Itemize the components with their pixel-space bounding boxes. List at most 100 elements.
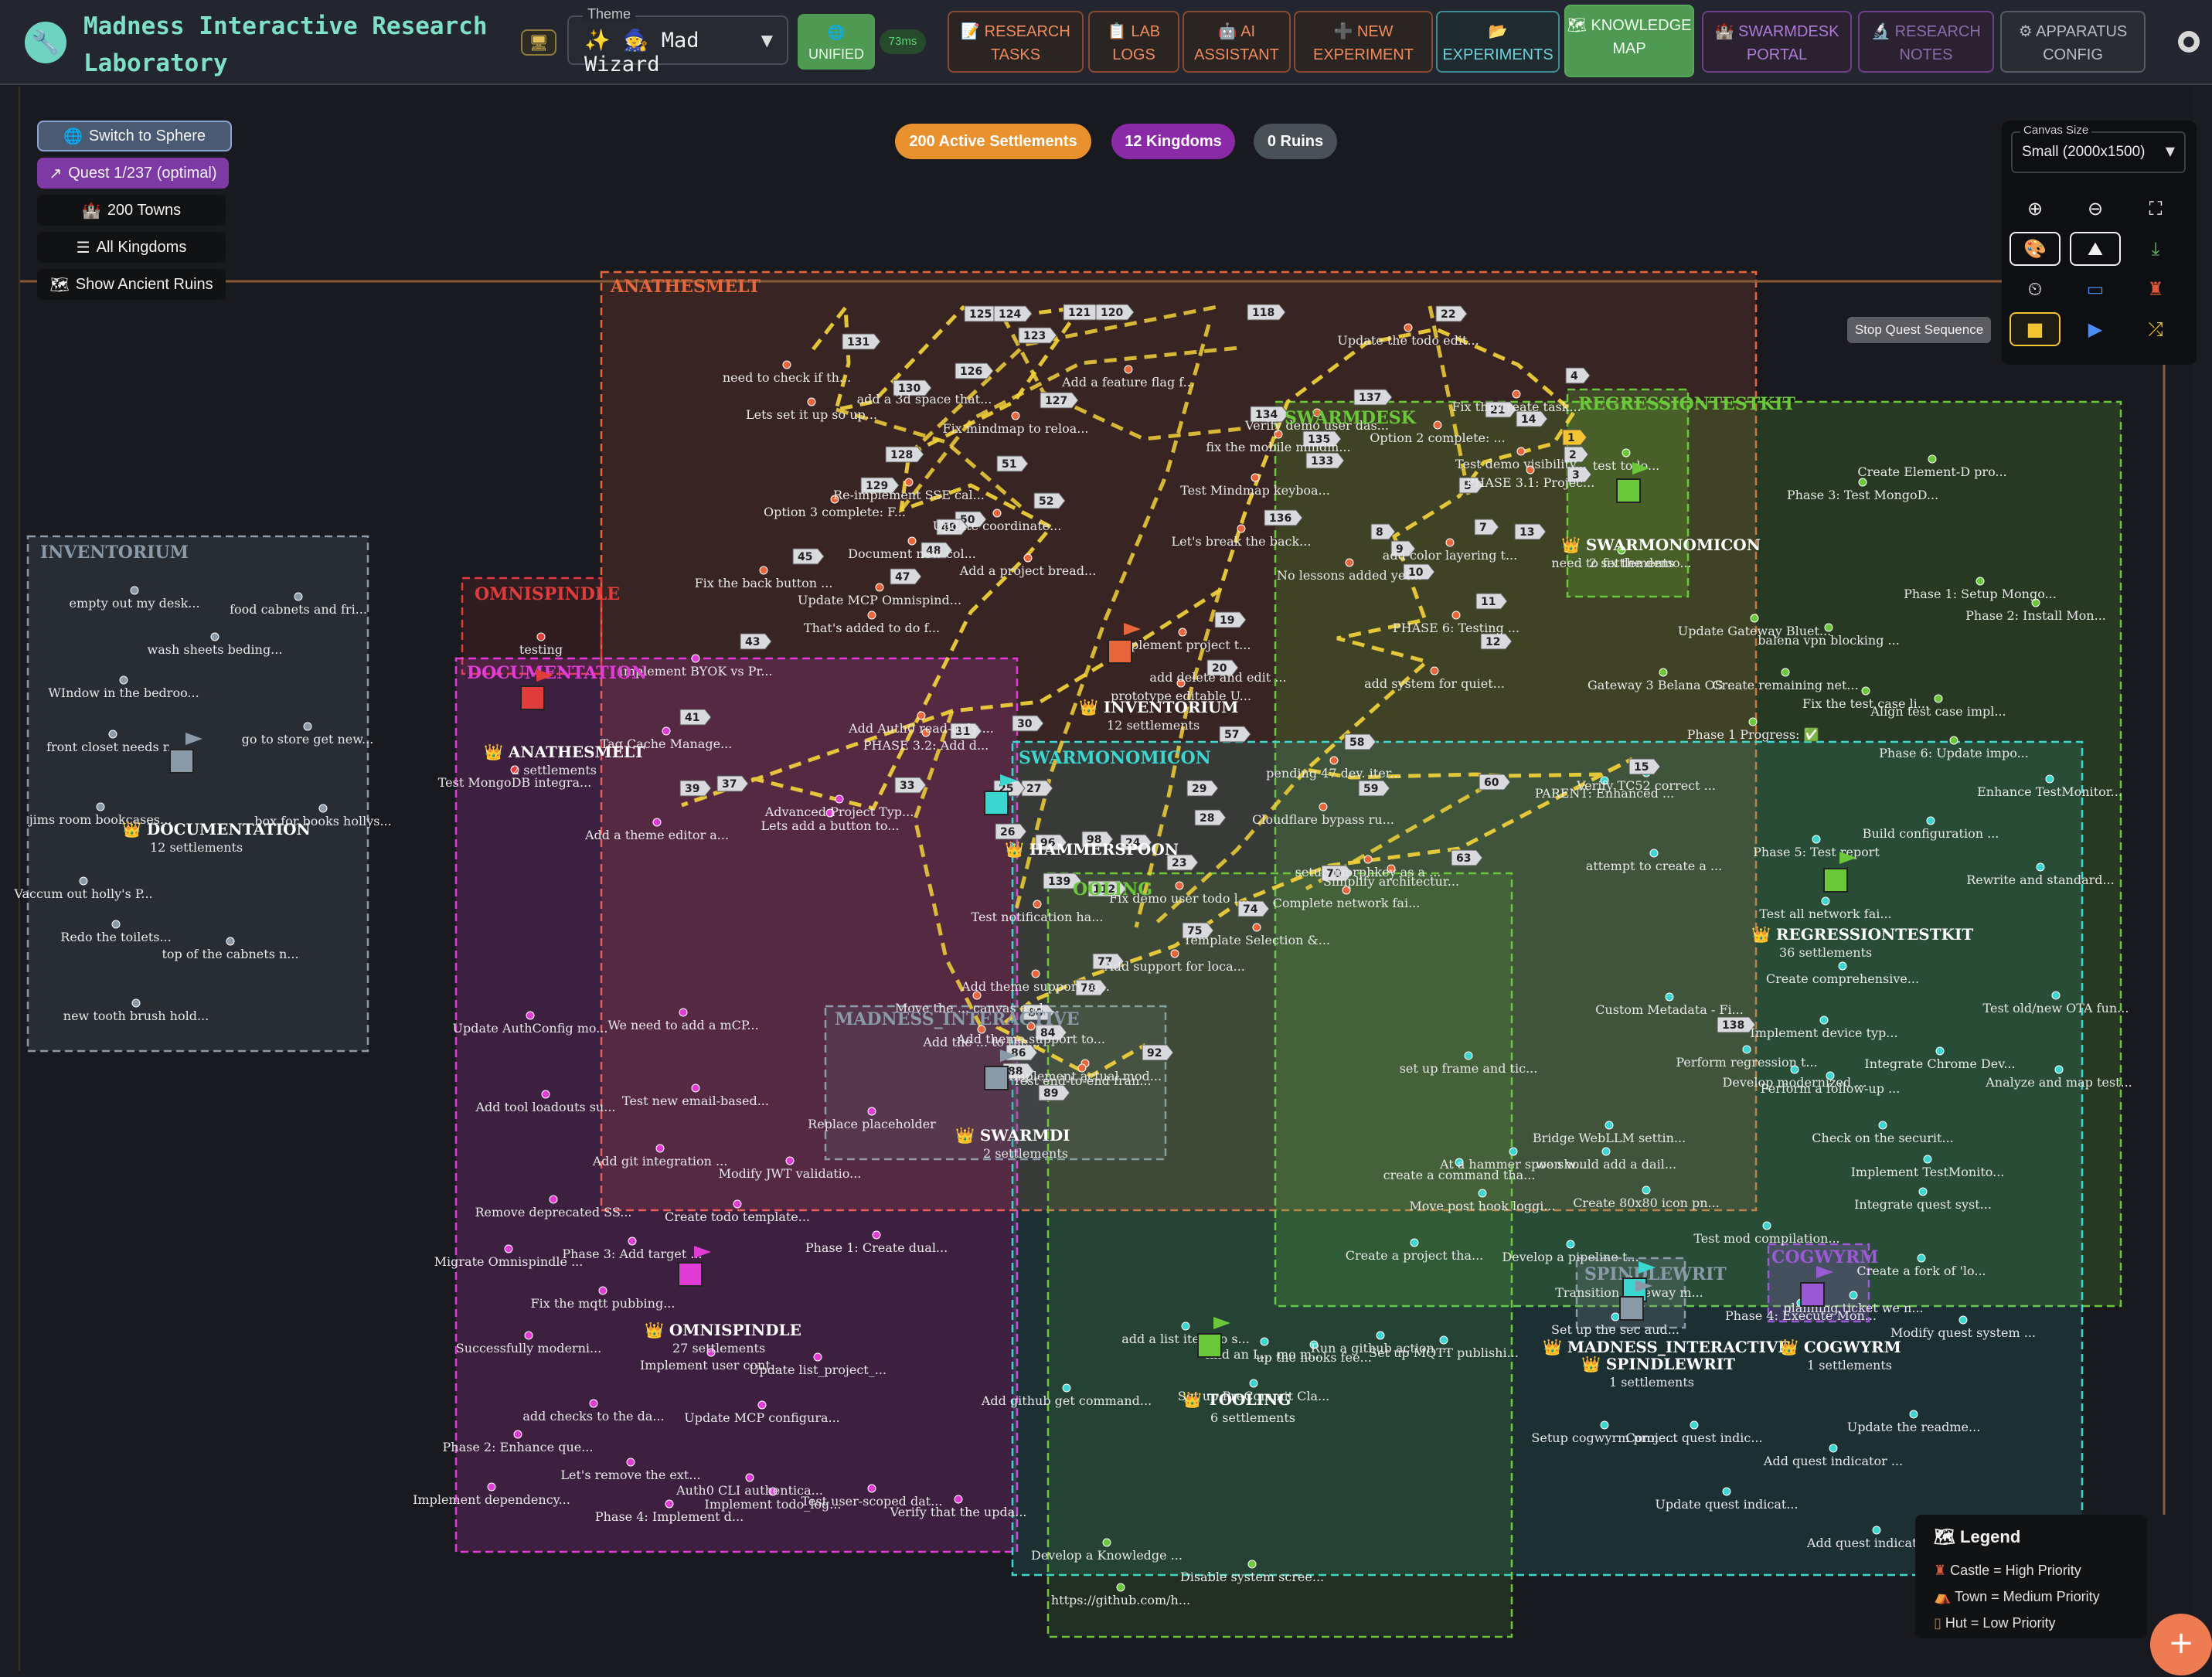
folder-icon[interactable]: ▭ xyxy=(2070,272,2121,306)
settlement-dot[interactable] xyxy=(504,1244,513,1253)
settlement-dot[interactable] xyxy=(1909,1410,1918,1419)
settlement-dot[interactable] xyxy=(1376,1331,1385,1340)
show-ruins-button[interactable]: 🗺 Show Ancient Ruins xyxy=(37,269,226,300)
settlement-dot[interactable] xyxy=(691,654,700,663)
settlement-dot[interactable] xyxy=(2045,774,2054,784)
settlement-dot[interactable] xyxy=(1116,1583,1125,1592)
settlement-dot[interactable] xyxy=(1819,1015,1829,1025)
settlement-dot[interactable] xyxy=(1252,923,1261,932)
settlement-dot[interactable] xyxy=(2054,1065,2064,1074)
settlement-dot[interactable] xyxy=(1722,1487,1731,1496)
add-button[interactable]: + xyxy=(2150,1614,2212,1675)
settlement-dot[interactable] xyxy=(662,726,671,736)
settlement-dot[interactable] xyxy=(655,1144,665,1153)
settlement-dot[interactable] xyxy=(1949,736,1958,745)
settlement-dot[interactable] xyxy=(1260,1337,1269,1346)
castle-icon[interactable] xyxy=(1823,868,1848,893)
settlement-dot[interactable] xyxy=(2051,991,2061,1000)
settlement-dot[interactable] xyxy=(1478,1189,1487,1198)
settlement-dot[interactable] xyxy=(733,1199,742,1209)
settlement-dot[interactable] xyxy=(1812,835,1821,844)
settlement-dot[interactable] xyxy=(549,1195,558,1204)
settlement-dot[interactable] xyxy=(1923,1155,1932,1164)
settlement-dot[interactable] xyxy=(1512,389,1521,399)
settlement-dot[interactable] xyxy=(835,794,844,804)
play-icon[interactable]: ▶ xyxy=(2070,312,2121,346)
settlement-dot[interactable] xyxy=(813,1352,822,1362)
settlement-dot[interactable] xyxy=(954,1495,963,1504)
settlement-dot[interactable] xyxy=(904,478,914,487)
settlement-dot[interactable] xyxy=(1178,628,1187,637)
settlement-dot[interactable] xyxy=(807,397,816,406)
settlement-dot[interactable] xyxy=(1649,849,1659,858)
settlement-dot[interactable] xyxy=(487,1482,496,1492)
settlement-dot[interactable] xyxy=(917,711,926,720)
castle-icon[interactable] xyxy=(1616,478,1641,503)
settlement-dot[interactable] xyxy=(1958,1315,1968,1325)
castle-icon[interactable] xyxy=(984,791,1009,815)
castle-icon[interactable]: ♜ xyxy=(2130,272,2181,306)
settlement-dot[interactable] xyxy=(992,509,1002,518)
settlement-dot[interactable] xyxy=(1690,1420,1699,1430)
settlement-dot[interactable] xyxy=(1464,1051,1473,1060)
settlement-dot[interactable] xyxy=(1363,855,1373,864)
settlement-dot[interactable] xyxy=(536,632,546,641)
settlement-dot[interactable] xyxy=(130,586,139,595)
settlement-dot[interactable] xyxy=(1829,1444,1838,1453)
settlement-dot[interactable] xyxy=(626,1458,635,1467)
settlement-dot[interactable] xyxy=(875,583,884,592)
settlement-dot[interactable] xyxy=(1748,717,1758,726)
settlement-dot[interactable] xyxy=(1181,1322,1190,1331)
settlement-dot[interactable] xyxy=(1031,969,1040,978)
settlement-dot[interactable] xyxy=(1170,949,1179,958)
castle-icon[interactable] xyxy=(1197,1333,1222,1358)
quest-button[interactable]: ↗ Quest 1/237 (optimal) xyxy=(37,158,229,189)
shuffle-icon[interactable]: ⤮ xyxy=(2130,312,2181,346)
settlement-dot[interactable] xyxy=(1838,961,1847,971)
settlement-dot[interactable] xyxy=(759,566,768,575)
settlement-dot[interactable] xyxy=(1124,365,1133,374)
settlement-dot[interactable] xyxy=(1062,1383,1071,1393)
castle-icon[interactable] xyxy=(169,749,194,774)
settlement-dot[interactable] xyxy=(1410,1238,1419,1247)
terrain-icon[interactable]: ⛰ xyxy=(2070,232,2121,266)
settlement-dot[interactable] xyxy=(1849,1291,1858,1300)
settlement-dot[interactable] xyxy=(665,1499,674,1509)
settlement-dot[interactable] xyxy=(1509,1147,1518,1156)
settlement-dot[interactable] xyxy=(1750,614,1759,623)
settlement-dot[interactable] xyxy=(1251,473,1260,482)
settlement-dot[interactable] xyxy=(628,1236,637,1246)
castle-icon[interactable] xyxy=(1619,1296,1644,1321)
settlement-dot[interactable] xyxy=(318,804,328,813)
settlement-dot[interactable] xyxy=(1319,802,1328,811)
settlement-dot[interactable] xyxy=(226,937,235,946)
settlement-dot[interactable] xyxy=(1934,694,1943,703)
settlement-dot[interactable] xyxy=(108,730,117,739)
canvas-size-select[interactable]: Canvas Size Small (2000x1500) ▼ xyxy=(2011,124,2186,173)
settlement-dot[interactable] xyxy=(1926,816,1935,825)
settlement-dot[interactable] xyxy=(1600,1420,1609,1430)
settlement-dot[interactable] xyxy=(907,536,917,546)
settlement-dot[interactable] xyxy=(1611,1312,1620,1322)
settlement-dot[interactable] xyxy=(782,360,791,369)
settlement-dot[interactable] xyxy=(1102,1538,1111,1547)
settlement-dot[interactable] xyxy=(1237,524,1246,533)
fit-screen-icon[interactable]: ⛶ xyxy=(2130,192,2181,226)
settlement-dot[interactable] xyxy=(513,1430,522,1439)
settlement-dot[interactable] xyxy=(1433,420,1442,430)
settlement-dot[interactable] xyxy=(1345,558,1354,567)
map-svg[interactable]: 131125123121 120 1181261271301281291241371… xyxy=(0,0,2212,1677)
settlement-dot[interactable] xyxy=(872,1230,881,1240)
settlement-dot[interactable] xyxy=(1023,553,1033,563)
switch-to-sphere-button[interactable]: 🌐 Switch to Sphere xyxy=(37,121,232,151)
settlement-dot[interactable] xyxy=(119,675,128,685)
kingdoms-filter-button[interactable]: ☰ All Kingdoms xyxy=(37,232,226,263)
settlement-dot[interactable] xyxy=(652,818,662,827)
settlement-dot[interactable] xyxy=(303,722,312,731)
settlement-dot[interactable] xyxy=(1566,1240,1575,1249)
settlement-dot[interactable] xyxy=(1329,756,1339,765)
settlement-dot[interactable] xyxy=(294,592,303,601)
settlement-dot[interactable] xyxy=(524,1331,533,1340)
settlement-dot[interactable] xyxy=(1878,1121,1887,1130)
settlement-dot[interactable] xyxy=(1175,881,1184,890)
